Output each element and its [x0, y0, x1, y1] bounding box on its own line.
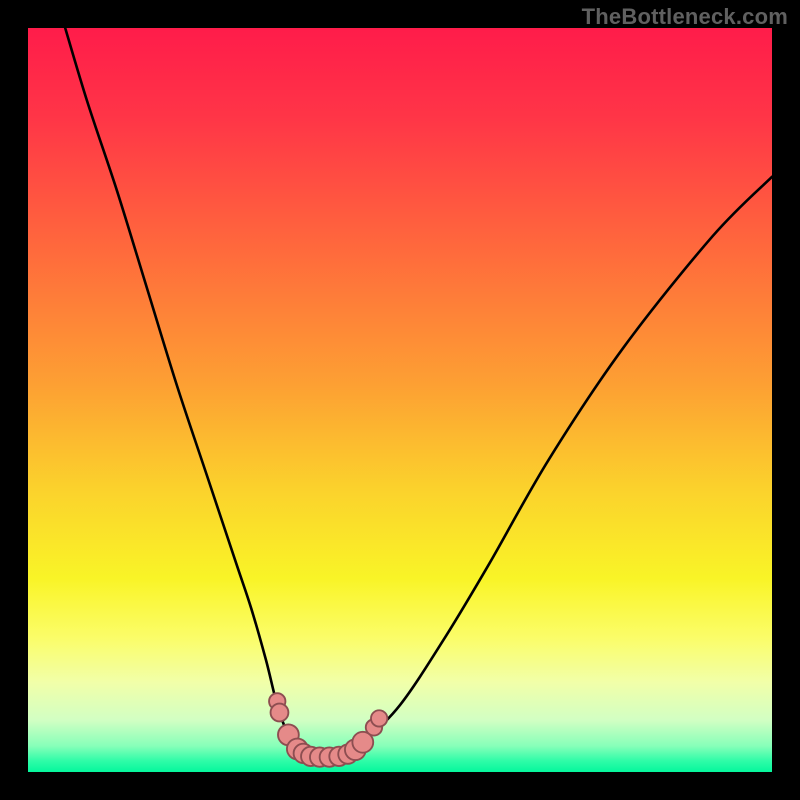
watermark-text: TheBottleneck.com: [582, 4, 788, 30]
curve-marker: [271, 704, 289, 722]
chart-frame: TheBottleneck.com: [0, 0, 800, 800]
bottleneck-curve: [65, 28, 772, 758]
curve-markers: [269, 693, 387, 767]
plot-area: [28, 28, 772, 772]
curve-layer: [28, 28, 772, 772]
curve-marker: [371, 710, 387, 726]
